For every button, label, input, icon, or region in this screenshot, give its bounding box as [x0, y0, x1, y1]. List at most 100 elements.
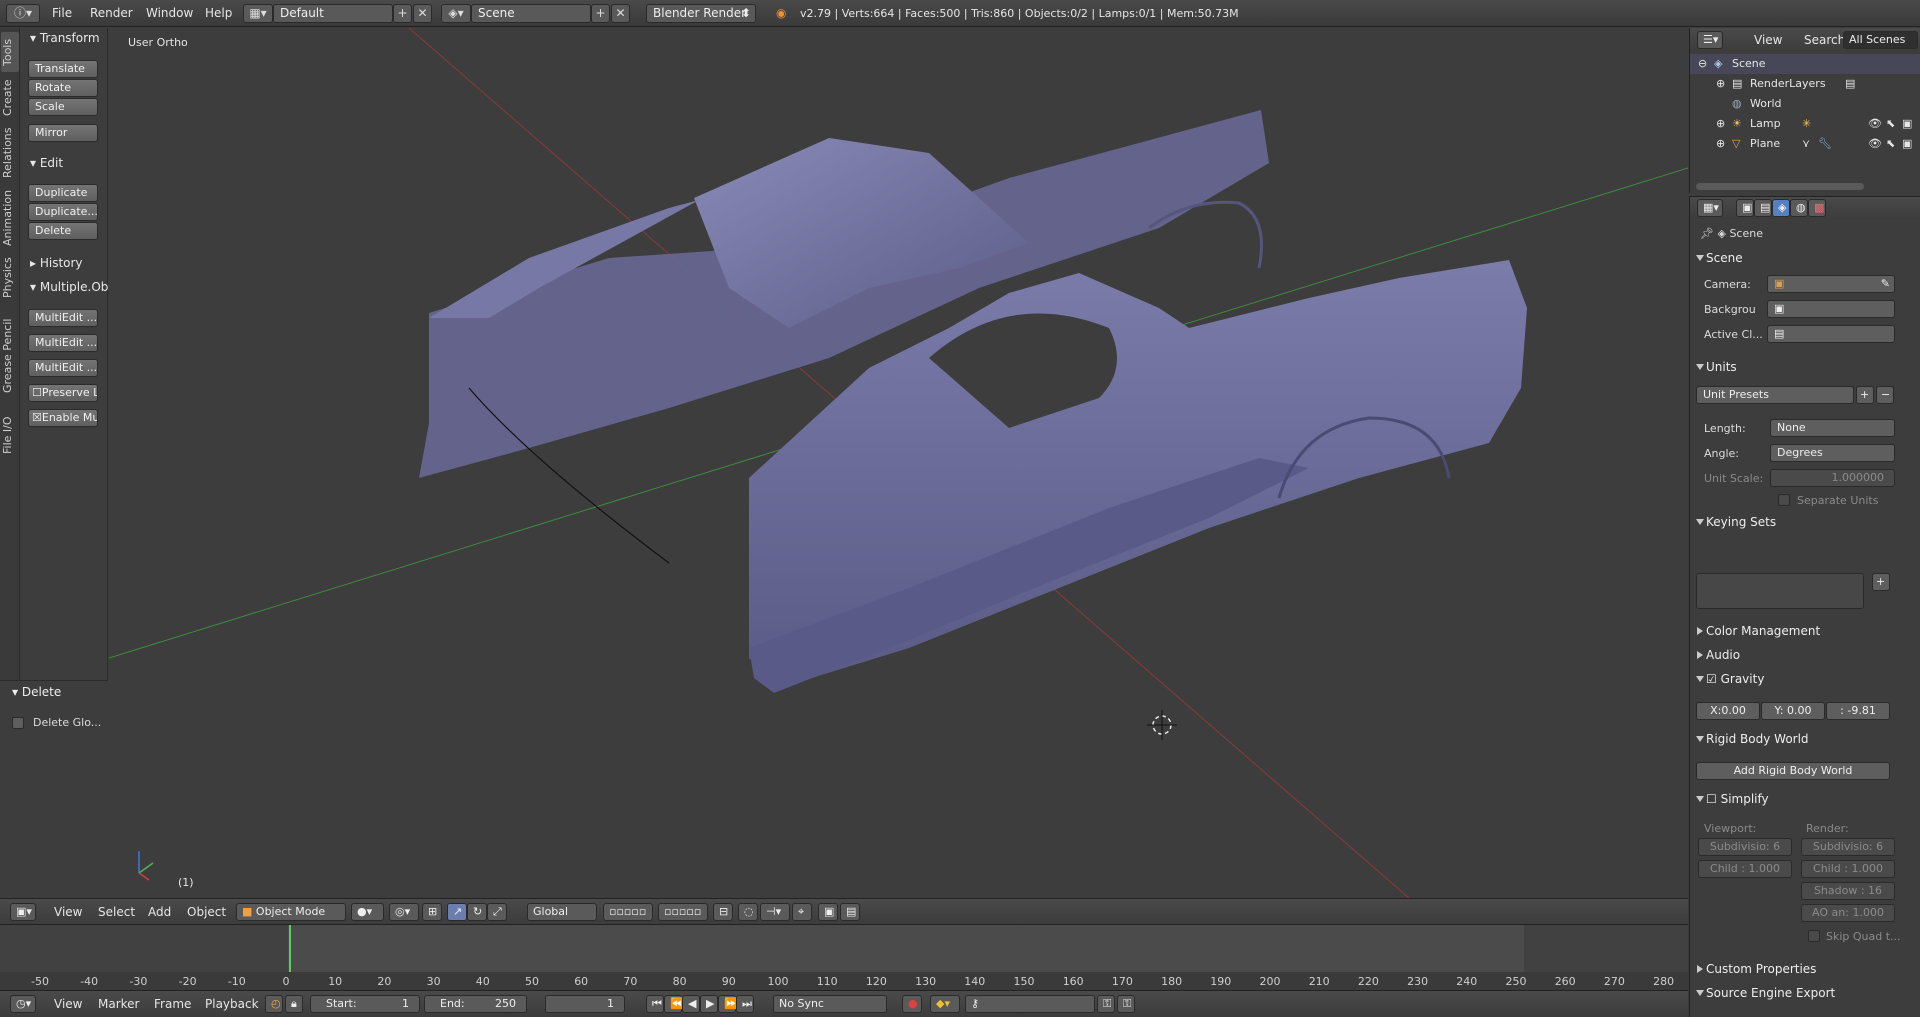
panel-audio[interactable]: Audio — [1694, 644, 1916, 666]
end-frame-field[interactable]: End: 250 — [424, 995, 527, 1013]
outliner-row-lamp[interactable]: ⊕ ☀ Lamp ✳ 👁︎ ⬉ ▣ — [1690, 114, 1920, 134]
outliner-row-renderlayers[interactable]: ⊕ ▤ RenderLayers ▤ — [1690, 74, 1920, 94]
translate-button[interactable]: Translate — [28, 60, 98, 78]
ao-render-field[interactable]: AO an: 1.000 — [1801, 904, 1895, 922]
outliner-row-scene[interactable]: ⊖ ◈ Scene — [1690, 54, 1920, 74]
delete-button[interactable]: Delete — [28, 222, 98, 240]
menu-window[interactable]: Window — [146, 4, 193, 23]
proportional-edit-icon[interactable]: ◌ — [738, 903, 758, 921]
renderlayer-tab-icon[interactable]: ▤ — [1754, 199, 1772, 217]
camera-field[interactable]: ▣ ✎ — [1767, 275, 1895, 293]
snap-target-icon[interactable]: ⌖ — [792, 903, 812, 921]
orientation-select[interactable]: Global — [527, 903, 597, 921]
menu-file[interactable]: File — [52, 4, 72, 23]
outliner-row-world[interactable]: ◍ World — [1690, 94, 1920, 114]
select-cursor-icon[interactable]: ⬉ — [1886, 134, 1895, 154]
preview-range-icon[interactable]: ◴ — [265, 995, 283, 1013]
length-select[interactable]: None — [1770, 419, 1895, 437]
tab-animation[interactable]: Animation — [1, 186, 19, 250]
pin-icon[interactable]: 📌︎ — [1700, 227, 1714, 240]
screen-layout-field[interactable]: Default — [273, 4, 393, 23]
child-render-field[interactable]: Child : 1.000 — [1801, 860, 1895, 878]
scene-tab-icon[interactable]: ◈ — [1772, 199, 1790, 217]
panel-simplify[interactable]: ☐ Simplify — [1694, 788, 1916, 810]
multiedit-button-3[interactable]: MultiEdit ... — [28, 359, 98, 377]
remove-layout-button[interactable]: ✕ — [413, 4, 432, 23]
editor-type-outliner-icon[interactable]: ☰▾ — [1697, 31, 1723, 49]
scene-selector-icon[interactable]: ◈▾ — [441, 4, 471, 23]
scene-field[interactable]: Scene — [471, 4, 591, 23]
layers-grid-left[interactable]: ▫▫▫▫▫ — [603, 903, 653, 921]
panel-keying-sets[interactable]: Keying Sets — [1694, 511, 1916, 533]
tab-physics[interactable]: Physics — [1, 254, 19, 302]
menu-render[interactable]: Render — [90, 4, 133, 23]
mode-select[interactable]: ■ Object Mode — [236, 903, 346, 921]
shadow-render-field[interactable]: Shadow : 16 — [1801, 882, 1895, 900]
texture-tab-icon[interactable]: ▩ — [1808, 199, 1826, 217]
tl-menu-view[interactable]: View — [54, 996, 82, 1012]
rotate-manipulator-icon[interactable]: ↻ — [467, 903, 487, 921]
operator-title[interactable]: ▾ Delete — [12, 685, 61, 699]
visibility-eye-icon[interactable]: 👁︎ — [1868, 114, 1882, 134]
select-cursor-icon[interactable]: ⬉ — [1886, 114, 1895, 134]
render-image-icon[interactable]: ▣ — [818, 903, 838, 921]
translate-manipulator-icon[interactable]: ↗ — [447, 903, 467, 921]
menu-help[interactable]: Help — [205, 4, 232, 23]
panel-rigid-body-world[interactable]: Rigid Body World — [1694, 728, 1916, 750]
active-keying-set-field[interactable]: ⚷ — [965, 995, 1095, 1013]
menu-object[interactable]: Object — [187, 904, 226, 920]
delete-keyframe-icon[interactable]: ⚿ — [1117, 995, 1135, 1013]
multiedit-button-2[interactable]: MultiEdit ... — [28, 334, 98, 352]
active-clip-field[interactable]: ▤ — [1767, 325, 1895, 343]
play-icon[interactable]: ▶ — [700, 995, 718, 1013]
tl-menu-marker[interactable]: Marker — [98, 996, 139, 1012]
subdiv-viewport-field[interactable]: Subdivisio: 6 — [1698, 838, 1792, 856]
add-preset-button[interactable]: + — [1856, 386, 1874, 404]
jump-end-icon[interactable]: ⏭ — [736, 995, 754, 1013]
add-scene-button[interactable]: + — [591, 4, 610, 23]
background-field[interactable]: ▣ — [1767, 300, 1895, 318]
panel-history-header[interactable]: ▸ History — [20, 253, 108, 273]
subdiv-render-field[interactable]: Subdivisio: 6 — [1801, 838, 1895, 856]
tl-menu-playback[interactable]: Playback — [205, 996, 259, 1012]
render-animation-icon[interactable]: ▤ — [840, 903, 860, 921]
visibility-eye-icon[interactable]: 👁︎ — [1868, 134, 1882, 154]
prev-keyframe-icon[interactable]: ⏪ — [664, 995, 684, 1013]
layers-grid-right[interactable]: ▫▫▫▫▫ — [658, 903, 708, 921]
separate-units-checkbox[interactable] — [1778, 494, 1790, 506]
eyedropper-icon[interactable]: ✎ — [1881, 276, 1890, 292]
tl-menu-frame[interactable]: Frame — [154, 996, 191, 1012]
snap-icon[interactable]: ⊣▾ — [760, 903, 790, 921]
lock-layers-icon[interactable]: ⊟ — [713, 903, 733, 921]
tab-create[interactable]: Create — [1, 76, 19, 120]
timeline-area[interactable]: -50 -40 -30 -20 -10 0 10 20 30 40 50 60 70 80 90 100 110… — [0, 924, 1688, 991]
render-tab-icon[interactable]: ▣ — [1736, 199, 1754, 217]
playhead[interactable] — [289, 925, 291, 972]
mirror-button[interactable]: Mirror — [28, 124, 98, 142]
lock-range-icon[interactable]: 🔒︎ — [285, 995, 303, 1013]
scale-button[interactable]: Scale — [28, 98, 98, 116]
duplicate-linked-button[interactable]: Duplicate... — [28, 203, 98, 221]
render-camera-icon[interactable]: ▣ — [1902, 134, 1912, 154]
keying-sets-list[interactable] — [1696, 573, 1864, 609]
panel-multiple-objects-header[interactable]: ▾ Multiple.Ob — [20, 277, 108, 297]
tab-tools[interactable]: Tools — [1, 32, 19, 72]
remove-scene-button[interactable]: ✕ — [611, 4, 630, 23]
outliner-scrollbar[interactable] — [1696, 183, 1864, 190]
shading-select[interactable]: ●▾ — [351, 903, 384, 921]
panel-transform-header[interactable]: ▾ Transform — [20, 28, 108, 48]
sync-select[interactable]: No Sync — [773, 995, 887, 1013]
renderlayer-toggle-icon[interactable]: ▤ — [1845, 74, 1855, 94]
outliner-menu-search[interactable]: Search — [1804, 32, 1845, 48]
pivot-select[interactable]: ◎▾ — [389, 903, 419, 921]
panel-custom-properties[interactable]: Custom Properties — [1694, 958, 1916, 980]
preserve-toggle[interactable]: ☐Preserve L — [28, 384, 98, 402]
record-icon[interactable]: ● — [902, 995, 922, 1013]
tab-relations[interactable]: Relations — [1, 124, 19, 182]
gravity-check-icon[interactable]: ☑ — [1706, 672, 1717, 686]
rotate-button[interactable]: Rotate — [28, 79, 98, 97]
screen-layout-icon[interactable]: ▦▾ — [243, 4, 273, 23]
panel-units[interactable]: Units — [1694, 356, 1916, 378]
child-viewport-field[interactable]: Child : 1.000 — [1698, 860, 1792, 878]
manipulator-toggle[interactable]: ⊞ — [422, 903, 442, 921]
